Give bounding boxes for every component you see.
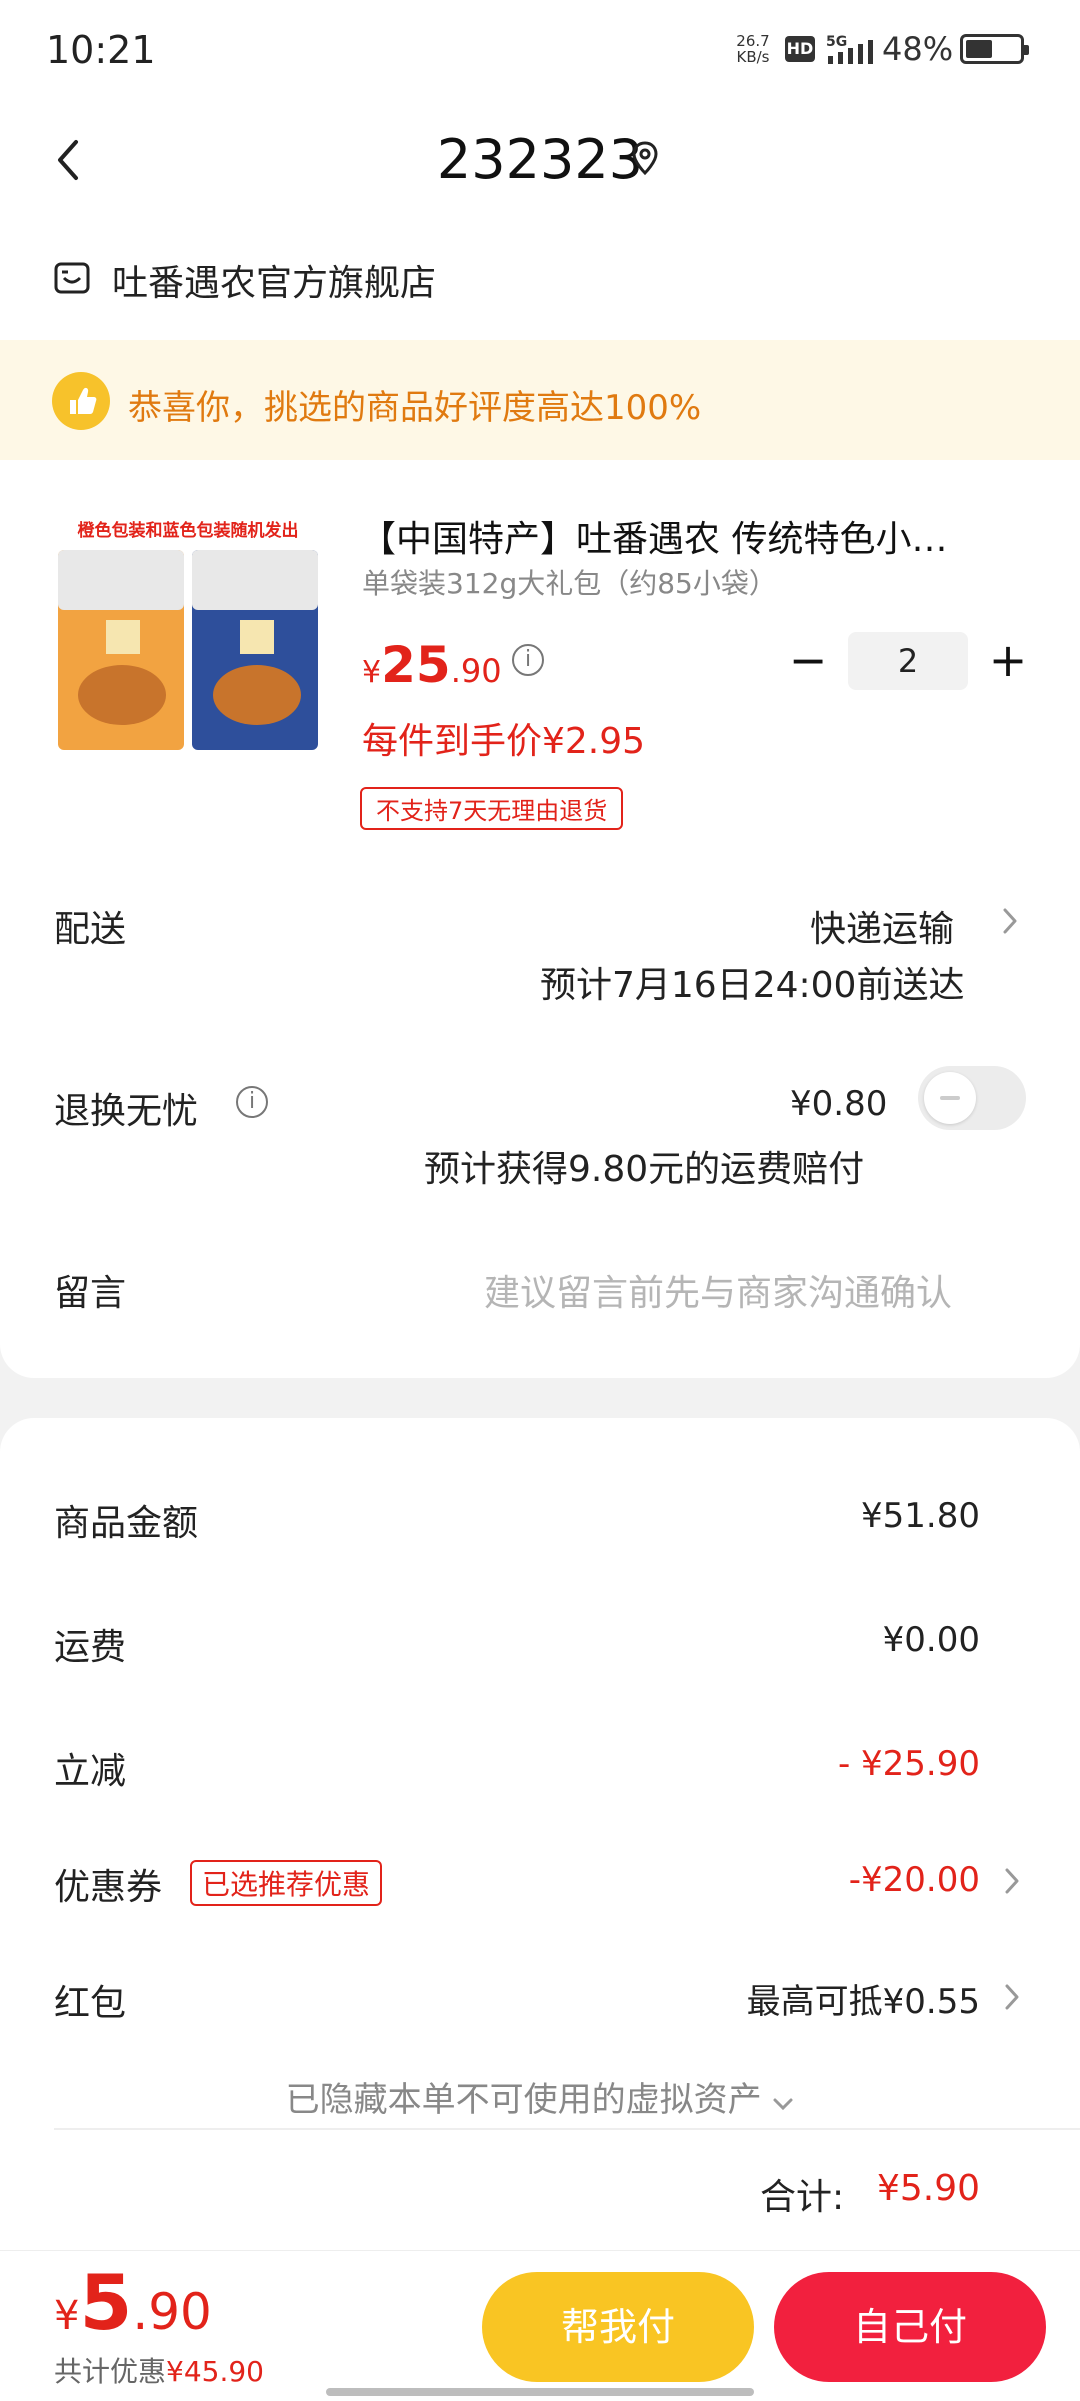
pay-myself-button[interactable]: 自己付 bbox=[774, 2272, 1046, 2382]
instant-discount-label: 立减 bbox=[54, 1751, 127, 1792]
coupon-label: 优惠券 bbox=[54, 1867, 163, 1908]
battery-icon bbox=[960, 34, 1029, 64]
status-time: 10:21 bbox=[46, 28, 156, 72]
pay-symbol: ¥ bbox=[54, 2293, 80, 2339]
price-info-icon[interactable]: i bbox=[512, 644, 544, 676]
pay-decimal: .90 bbox=[132, 2283, 212, 2341]
product-spec[interactable]: 单袋装312g大礼包（约85小袋） bbox=[362, 562, 777, 602]
chevron-down-icon bbox=[773, 2098, 793, 2111]
hidden-assets-toggle[interactable]: 已隐藏本单不可使用的虚拟资产 bbox=[0, 2072, 1080, 2121]
savings-value: ¥45.90 bbox=[166, 2355, 264, 2388]
product-price: ¥25.90 bbox=[362, 636, 502, 694]
red-packet-label: 红包 bbox=[54, 1983, 127, 2024]
hd-icon: HD bbox=[785, 36, 815, 62]
total-savings: 共计优惠¥45.90 bbox=[54, 2350, 264, 2390]
price-symbol: ¥ bbox=[362, 655, 382, 690]
net-speed-value: 26.7 bbox=[736, 32, 770, 50]
store-icon bbox=[54, 262, 90, 294]
product-title[interactable]: 【中国特产】吐番遇农 传统特色小… bbox=[360, 510, 1010, 562]
coupon-value[interactable]: -¥20.00 bbox=[849, 1860, 980, 1900]
pay-integer: 5 bbox=[79, 2258, 133, 2347]
svg-text:橙色包装和蓝色包装随机发出: 橙色包装和蓝色包装随机发出 bbox=[78, 520, 299, 541]
chevron-right-icon[interactable] bbox=[1002, 1864, 1022, 1898]
product-image[interactable]: 橙色包装和蓝色包装随机发出 bbox=[52, 510, 324, 760]
quantity-input[interactable]: 2 bbox=[848, 632, 968, 690]
help-me-pay-button[interactable]: 帮我付 bbox=[482, 2272, 754, 2382]
return-insurance-label: 退换无忧 bbox=[54, 1091, 199, 1132]
hidden-assets-text: 已隐藏本单不可使用的虚拟资产 bbox=[285, 2080, 762, 2120]
page-title: 232323 bbox=[436, 128, 644, 191]
no-return-tag: 不支持7天无理由退货 bbox=[360, 787, 624, 830]
shipping-method[interactable]: 快递运输 bbox=[810, 900, 954, 952]
message-input[interactable]: 建议留言前先与商家沟通确认 bbox=[484, 1264, 952, 1316]
rating-banner-text: 恭喜你，挑选的商品好评度高达100% bbox=[128, 388, 702, 428]
quantity-increase-button[interactable]: + bbox=[988, 637, 1028, 683]
return-insurance-toggle[interactable] bbox=[918, 1066, 1026, 1130]
total-value: ¥5.90 bbox=[876, 2168, 980, 2209]
per-item-price: 每件到手价¥2.95 bbox=[362, 721, 646, 762]
net-speed: 26.7 KB/s bbox=[733, 33, 773, 65]
thumbs-up-icon bbox=[52, 372, 110, 430]
quantity-decrease-button[interactable]: − bbox=[788, 637, 828, 683]
price-integer: 25 bbox=[381, 636, 451, 694]
battery-percent: 48% bbox=[882, 30, 954, 68]
insurance-info-icon[interactable]: i bbox=[236, 1086, 268, 1118]
freight-label: 运费 bbox=[54, 1627, 127, 1668]
chevron-right-icon[interactable] bbox=[1000, 904, 1020, 938]
savings-label: 共计优惠 bbox=[54, 2355, 167, 2388]
home-indicator[interactable] bbox=[326, 2388, 754, 2396]
location-pin-icon[interactable] bbox=[630, 140, 660, 176]
freight-value: ¥0.00 bbox=[882, 1620, 980, 1660]
goods-amount-value: ¥51.80 bbox=[861, 1496, 980, 1536]
return-insurance-price: ¥0.80 bbox=[790, 1084, 888, 1124]
svg-text:5G: 5G bbox=[826, 34, 847, 50]
shipping-label: 配送 bbox=[54, 909, 127, 950]
total-label: 合计: bbox=[760, 2177, 845, 2218]
chevron-right-icon[interactable] bbox=[1002, 1980, 1022, 2014]
message-label: 留言 bbox=[54, 1273, 127, 1314]
store-name[interactable]: 吐番遇农官方旗舰店 bbox=[112, 254, 436, 306]
coupon-tag: 已选推荐优惠 bbox=[190, 1860, 383, 1906]
signal-5g-icon: 5G bbox=[826, 34, 873, 64]
divider bbox=[54, 2128, 1080, 2130]
shipping-eta: 预计7月16日24:00前送达 bbox=[540, 965, 965, 1006]
red-packet-value[interactable]: 最高可抵¥0.55 bbox=[747, 1974, 980, 2023]
net-speed-unit: KB/s bbox=[736, 48, 770, 66]
pay-amount: ¥5.90 bbox=[54, 2258, 212, 2347]
goods-amount-label: 商品金额 bbox=[54, 1503, 199, 1544]
return-insurance-note: 预计获得9.80元的运费赔付 bbox=[424, 1149, 865, 1190]
toggle-knob bbox=[924, 1072, 976, 1124]
instant-discount-value: - ¥25.90 bbox=[837, 1744, 980, 1784]
price-decimal: .90 bbox=[450, 652, 502, 690]
